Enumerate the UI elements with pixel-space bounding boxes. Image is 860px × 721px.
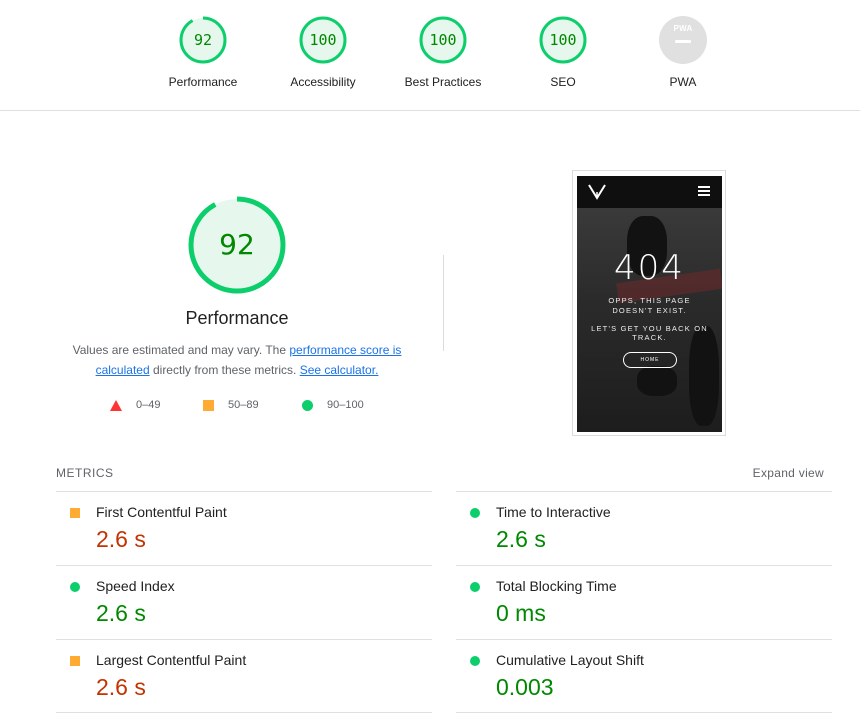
best-practices-label: Best Practices	[404, 75, 482, 89]
performance-score: 92	[193, 31, 213, 49]
metric-name: Total Blocking Time	[496, 578, 617, 594]
metrics-heading: METRICS	[56, 466, 114, 480]
best-practices-score: 100	[429, 31, 457, 49]
gauge-accessibility[interactable]: 100 Accessibility	[263, 16, 383, 89]
metric-value: 2.6 s	[96, 674, 146, 700]
pwa-badge-icon: PWA	[659, 16, 707, 64]
menu-icon-line-2	[698, 190, 710, 192]
legend-pass: 90–100	[302, 399, 364, 411]
seo-score: 100	[549, 31, 577, 49]
square-average-icon	[203, 399, 214, 411]
pass-circle-icon	[470, 656, 480, 666]
performance-description: Values are estimated and may vary. The p…	[62, 340, 412, 380]
metric-value: 2.6 s	[96, 600, 146, 626]
screenshot-image: 404 OPPS, THIS PAGE DOESN'T EXIST. LET'S…	[577, 176, 722, 432]
metric-name: Cumulative Layout Shift	[496, 652, 644, 668]
gauge-best-practices[interactable]: 100 Best Practices	[383, 16, 503, 89]
metric-value: 2.6 s	[96, 526, 146, 552]
metric-value: 2.6 s	[496, 526, 546, 552]
desc-text-2: directly from these metrics.	[149, 363, 300, 377]
metric-name: Time to Interactive	[496, 504, 611, 520]
pass-circle-icon	[470, 508, 480, 518]
see-calculator-link[interactable]: See calculator.	[300, 363, 379, 377]
screenshot-line-1: OPPS, THIS PAGE	[608, 296, 691, 305]
average-square-icon	[70, 508, 80, 518]
pass-circle-icon	[70, 582, 80, 592]
accessibility-score: 100	[309, 31, 337, 49]
performance-label: Performance	[168, 75, 238, 89]
final-screenshot[interactable]: 404 OPPS, THIS PAGE DOESN'T EXIST. LET'S…	[572, 170, 726, 436]
legend-average-range: 50–89	[228, 399, 259, 411]
legend-average: 50–89	[203, 399, 259, 411]
screenshot-line-4: TRACK.	[632, 333, 667, 342]
screenshot-line-3: LET'S GET YOU BACK ON	[591, 324, 708, 333]
accessibility-label: Accessibility	[290, 75, 356, 89]
pwa-label: PWA	[669, 75, 697, 89]
screenshot-nav-icons	[588, 184, 710, 200]
screenshot-navbar	[577, 176, 722, 208]
metric-value: 0.003	[496, 674, 554, 700]
gauge-pwa[interactable]: PWA PWA	[623, 16, 743, 89]
metric-largest-contentful-paint: Largest Contentful Paint 2.6 s	[56, 639, 432, 713]
desc-text-1: Values are estimated and may vary. The	[72, 343, 290, 357]
pwa-badge-text: PWA	[673, 24, 693, 33]
screenshot-home-button: HOME	[623, 352, 677, 368]
metric-value: 0 ms	[496, 600, 546, 626]
metric-total-blocking-time: Total Blocking Time 0 ms	[456, 565, 832, 639]
performance-gauge-large: 92	[186, 194, 288, 296]
metric-time-to-interactive: Time to Interactive 2.6 s	[456, 491, 832, 565]
metric-cumulative-layout-shift: Cumulative Layout Shift 0.003	[456, 639, 832, 713]
metric-first-contentful-paint: First Contentful Paint 2.6 s	[56, 491, 432, 565]
circle-pass-icon	[302, 399, 313, 411]
category-summary-bar: 92 Performance 100 Accessibility 100 Bes…	[0, 0, 860, 111]
triangle-fail-icon	[110, 399, 122, 411]
average-square-icon	[70, 656, 80, 666]
menu-icon-line-3	[698, 194, 710, 196]
metric-speed-index: Speed Index 2.6 s	[56, 565, 432, 639]
menu-icon-line-1	[698, 186, 710, 188]
vertical-divider	[443, 255, 444, 351]
performance-title: Performance	[185, 308, 289, 328]
metrics-bottom-divider-left	[56, 712, 432, 713]
legend-fail-range: 0–49	[136, 399, 161, 411]
gauge-performance[interactable]: 92 Performance	[143, 16, 263, 89]
legend-fail: 0–49	[110, 399, 160, 411]
gauge-seo[interactable]: 100 SEO	[503, 16, 623, 89]
legend-pass-range: 90–100	[327, 399, 364, 411]
metrics-bottom-divider-right	[456, 712, 832, 713]
metric-name: Largest Contentful Paint	[96, 652, 247, 668]
screenshot-line-2: DOESN'T EXIST.	[612, 306, 687, 315]
performance-score-large: 92	[219, 228, 255, 261]
metric-name: First Contentful Paint	[96, 504, 227, 520]
pass-circle-icon	[470, 582, 480, 592]
screenshot-figure-3	[637, 366, 677, 396]
screenshot-404-title: 404	[614, 248, 685, 288]
seo-label: SEO	[550, 75, 576, 89]
expand-view-toggle[interactable]: Expand view	[753, 466, 824, 480]
pwa-dash-icon	[675, 40, 691, 43]
metric-name: Speed Index	[96, 578, 175, 594]
